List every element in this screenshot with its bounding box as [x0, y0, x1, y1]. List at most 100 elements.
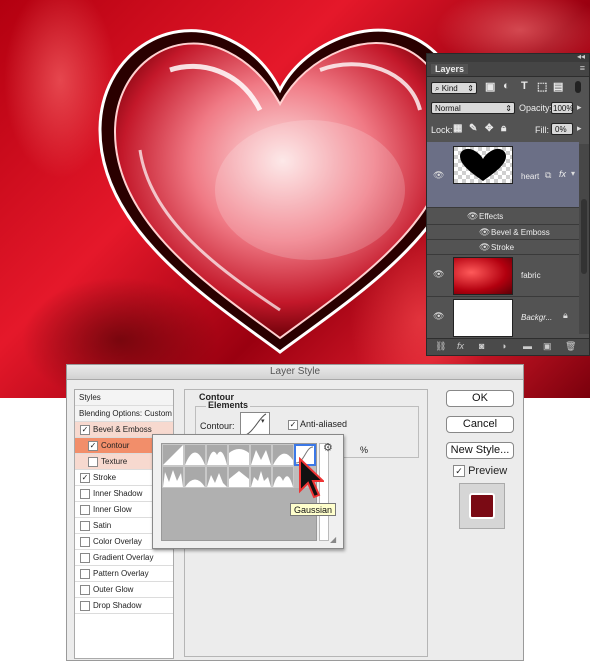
layer-name: fabric — [521, 271, 541, 280]
style-item-drop-shadow[interactable]: Drop Shadow — [75, 598, 173, 614]
contour-preset[interactable] — [206, 466, 228, 488]
add-mask-icon[interactable]: ◙ — [479, 341, 484, 351]
lock-label: Lock: — [431, 125, 453, 135]
layer-row-heart[interactable]: 👁︎ heart ⧉ fx ▾ — [427, 142, 579, 208]
new-layer-icon[interactable]: ▣ — [543, 341, 552, 352]
style-preview-swatch — [459, 483, 505, 529]
cancel-button[interactable]: Cancel — [446, 416, 514, 433]
layer-thumbnail — [453, 257, 513, 295]
type-filter-icon[interactable]: T — [521, 80, 528, 92]
contour-preset[interactable] — [206, 444, 228, 466]
pixel-filter-icon[interactable]: ▣ — [485, 80, 495, 93]
effect-label: Stroke — [491, 243, 515, 252]
shape-filter-icon[interactable]: ⬚ — [537, 80, 547, 93]
contour-label: Contour: — [200, 421, 235, 431]
checkbox[interactable]: ✓ — [80, 424, 90, 435]
chevron-down-icon[interactable]: ▾ — [571, 169, 575, 178]
contour-preset[interactable] — [272, 444, 294, 466]
ok-button[interactable]: OK — [446, 390, 514, 407]
scrollbar-thumb[interactable] — [581, 199, 587, 274]
resize-grip-icon[interactable]: ◢ — [330, 535, 336, 544]
fx-icon[interactable]: fx — [559, 169, 566, 179]
elements-title: Elements — [206, 400, 251, 410]
blending-options-item[interactable]: Blending Options: Custom — [75, 406, 173, 422]
contour-tooltip: Gaussian — [290, 503, 336, 516]
styles-header[interactable]: Styles — [75, 390, 173, 406]
layer-row-background[interactable]: 👁︎ Backgr... 🔒︎ — [427, 297, 579, 339]
checkbox[interactable] — [80, 488, 90, 499]
smart-object-filter-icon[interactable]: ▤ — [553, 80, 563, 93]
preview-checkbox[interactable]: ✓ Preview — [453, 465, 507, 478]
mouse-cursor-icon — [299, 457, 324, 499]
fill-arrow-icon[interactable]: ▸ — [577, 123, 582, 134]
svg-text:▾: ▾ — [261, 418, 265, 425]
smart-object-icon: ⧉ — [545, 170, 552, 180]
eye-icon[interactable]: 👁︎ — [467, 211, 478, 222]
eye-icon[interactable]: 👁︎ — [479, 242, 490, 253]
panel-titlebar[interactable]: ◂◂ — [427, 52, 589, 62]
eye-icon[interactable]: 👁︎ — [433, 269, 444, 280]
adjustment-filter-icon[interactable]: ◐ — [503, 80, 510, 92]
link-layers-icon[interactable]: ⛓︎ — [435, 341, 446, 352]
lock-pixels-icon[interactable]: ✎ — [469, 123, 477, 134]
contour-preset[interactable] — [250, 466, 272, 488]
style-item-gradient-overlay[interactable]: Gradient Overlay — [75, 550, 173, 566]
checkbox[interactable] — [80, 584, 90, 595]
opacity-label: Opacity: — [519, 103, 553, 113]
style-item-outer-glow[interactable]: Outer Glow — [75, 582, 173, 598]
search-icon: ⌕ — [435, 84, 440, 93]
effects-group-row[interactable]: 👁︎ Effects — [427, 208, 579, 225]
adjustment-layer-icon[interactable]: ◑ — [501, 341, 506, 351]
chevron-updown-icon: ⇕ — [467, 84, 474, 93]
checkbox[interactable]: ✓ — [88, 440, 98, 451]
effect-row-bevel-emboss[interactable]: 👁︎ Bevel & Emboss — [427, 225, 579, 240]
layers-scrollbar[interactable] — [579, 144, 589, 334]
contour-preset[interactable] — [184, 466, 206, 488]
lock-transparency-icon[interactable]: ▦ — [453, 123, 462, 134]
eye-icon[interactable]: 👁︎ — [433, 170, 444, 181]
fill-field[interactable]: 0% — [551, 123, 573, 135]
fill-label: Fill: — [535, 125, 549, 135]
dialog-title[interactable]: Layer Style — [67, 365, 523, 380]
new-style-button[interactable]: New Style... — [446, 442, 514, 459]
checkbox[interactable] — [80, 504, 90, 515]
collapse-icon[interactable]: ◂◂ — [577, 52, 585, 61]
effect-label: Bevel & Emboss — [491, 228, 550, 237]
layer-row-fabric[interactable]: 👁︎ fabric — [427, 255, 579, 297]
contour-preset[interactable] — [228, 444, 250, 466]
eye-icon[interactable]: 👁︎ — [479, 227, 490, 238]
contour-preset[interactable] — [162, 444, 184, 466]
lock-position-icon[interactable]: ✥ — [485, 123, 493, 134]
blend-mode-dropdown[interactable]: Normal ⇕ — [431, 102, 515, 114]
gear-icon[interactable]: ⚙︎ — [323, 441, 333, 454]
contour-preset[interactable] — [272, 466, 294, 488]
trash-icon[interactable]: 🗑︎ — [565, 341, 576, 352]
contour-preset[interactable] — [250, 444, 272, 466]
effects-label: Effects — [479, 212, 504, 221]
contour-preset[interactable] — [184, 444, 206, 466]
style-item-pattern-overlay[interactable]: Pattern Overlay — [75, 566, 173, 582]
checkbox[interactable]: ✓ — [80, 472, 90, 483]
tab-layers[interactable]: Layers — [431, 64, 469, 74]
layer-name: Backgr... — [521, 313, 553, 322]
effect-row-stroke[interactable]: 👁︎ Stroke — [427, 240, 579, 255]
checkbox[interactable] — [80, 536, 90, 547]
checkbox[interactable] — [88, 456, 98, 467]
opacity-arrow-icon[interactable]: ▸ — [577, 102, 582, 113]
panel-menu-icon[interactable]: ≡ — [580, 63, 585, 73]
checkbox[interactable] — [80, 600, 90, 611]
anti-aliased-checkbox[interactable]: ✓ Anti-aliased — [288, 419, 347, 430]
lock-all-icon[interactable]: 🔒︎ — [501, 123, 506, 134]
contour-preset[interactable] — [162, 466, 184, 488]
add-style-icon[interactable]: fx — [457, 341, 464, 351]
checkbox[interactable] — [80, 568, 90, 579]
eye-icon[interactable]: 👁︎ — [433, 311, 444, 322]
layers-panel: ◂◂ Layers ≡ ⌕ Kind ⇕ ▣ ◐ T ⬚ ▤ Normal ⇕ O… — [426, 52, 590, 356]
new-group-icon[interactable]: ▬ — [523, 341, 532, 351]
filter-toggle[interactable] — [575, 81, 581, 93]
checkbox[interactable] — [80, 520, 90, 531]
contour-preset[interactable] — [228, 466, 250, 488]
opacity-field[interactable]: 100% — [551, 102, 573, 114]
kind-filter-dropdown[interactable]: ⌕ Kind ⇕ — [431, 82, 477, 94]
checkbox[interactable] — [80, 552, 90, 563]
